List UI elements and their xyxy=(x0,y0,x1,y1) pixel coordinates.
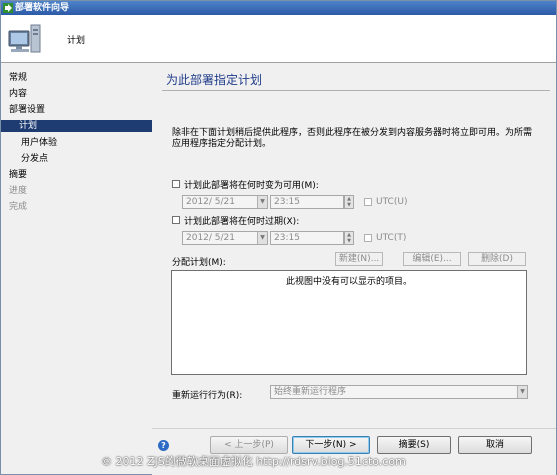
assignment-schedule-list[interactable]: 此视图中没有可以显示的项目。 xyxy=(171,270,527,375)
empty-list-message: 此视图中没有可以显示的项目。 xyxy=(285,277,412,287)
expire-date-picker[interactable]: 2012/ 5/21 ▼ xyxy=(182,231,268,245)
wizard-sidebar: 常规 内容 部署设置 计划 用户体验 分发点 摘要 进度 完成 xyxy=(1,63,152,474)
summary-button[interactable]: 摘要(S) xyxy=(377,436,451,454)
wizard-window: 部署软件向导 计划 常规 内容 部署设置 计划 用户体验 分发点 摘要 进度 完… xyxy=(0,0,557,475)
page-header: 计划 xyxy=(1,15,556,63)
sidebar-item-content[interactable]: 内容 xyxy=(9,88,149,100)
computer-icon xyxy=(8,24,41,53)
chevron-down-icon[interactable]: ▼ xyxy=(257,232,267,244)
expire-time-field[interactable]: 23:15 xyxy=(270,231,344,245)
chevron-down-icon[interactable]: ▼ xyxy=(517,386,527,398)
available-utc-label: UTC(U) xyxy=(376,197,408,207)
available-utc-checkbox[interactable] xyxy=(364,198,372,206)
sidebar-item-completion: 完成 xyxy=(9,202,28,212)
title-separator xyxy=(162,90,550,91)
new-schedule-button[interactable]: 新建(N)... xyxy=(335,252,383,266)
expire-schedule-checkbox[interactable] xyxy=(172,216,180,224)
sidebar-item-schedule[interactable]: 计划 xyxy=(1,120,152,132)
expire-time-spinner[interactable]: ▲ ▼ xyxy=(344,231,354,245)
rerun-behavior-dropdown[interactable]: 始终重新运行程序 ▼ xyxy=(270,385,528,399)
expire-date-value: 2012/ 5/21 xyxy=(186,233,236,243)
sidebar-item-progress: 进度 xyxy=(9,186,28,196)
window-title: 部署软件向导 xyxy=(15,3,70,13)
available-schedule-checkbox[interactable] xyxy=(172,180,180,188)
header-title: 计划 xyxy=(67,36,86,46)
available-time-spinner[interactable]: ▲ ▼ xyxy=(344,195,354,209)
rerun-behavior-value: 始终重新运行程序 xyxy=(274,387,347,397)
watermark-text: © 2012 ZJS的微软桌面虚拟化 http://rdsrv.blog.51c… xyxy=(101,455,406,468)
chevron-down-icon[interactable]: ▼ xyxy=(257,196,267,208)
description-text: 除非在下面计划稍后提供此程序，否则此程序在被分发到内容服务器时将立即可用。为所需… xyxy=(172,128,533,149)
delete-schedule-button[interactable]: 删除(D) xyxy=(468,252,526,266)
title-bar[interactable]: 部署软件向导 xyxy=(1,1,556,15)
available-date-picker[interactable]: 2012/ 5/21 ▼ xyxy=(182,195,268,209)
expire-time-value: 23:15 xyxy=(274,233,300,243)
cancel-button[interactable]: 取消 xyxy=(458,436,532,454)
next-button[interactable]: 下一步(N) > xyxy=(292,436,370,454)
available-schedule-label: 计划此部署将在何时变为可用(M): xyxy=(184,181,319,191)
assignment-schedule-label: 分配计划(M): xyxy=(172,258,226,268)
sidebar-item-general[interactable]: 常规 xyxy=(9,72,149,84)
wizard-arrow-icon xyxy=(3,3,13,13)
help-icon[interactable]: ? xyxy=(158,440,169,451)
edit-schedule-button[interactable]: 编辑(E)... xyxy=(403,252,461,266)
main-panel: 为此部署指定计划 除非在下面计划稍后提供此程序，否则此程序在被分发到内容服务器时… xyxy=(152,63,556,428)
expire-schedule-label: 计划此部署将在何时过期(X): xyxy=(184,217,300,227)
sidebar-item-summary[interactable]: 摘要 xyxy=(9,169,149,181)
page-title: 为此部署指定计划 xyxy=(166,73,263,87)
available-date-value: 2012/ 5/21 xyxy=(186,197,236,207)
available-time-field[interactable]: 23:15 xyxy=(270,195,344,209)
sidebar-item-distribution-points[interactable]: 分发点 xyxy=(21,153,149,165)
previous-button[interactable]: < 上一步(P) xyxy=(210,436,288,454)
available-time-value: 23:15 xyxy=(274,197,300,207)
expire-utc-label: UTC(T) xyxy=(376,233,407,243)
rerun-behavior-label: 重新运行行为(R): xyxy=(172,391,243,401)
expire-utc-checkbox[interactable] xyxy=(364,234,372,242)
sidebar-item-deployment-settings[interactable]: 部署设置 xyxy=(9,104,149,116)
sidebar-item-user-experience[interactable]: 用户体验 xyxy=(21,137,149,149)
